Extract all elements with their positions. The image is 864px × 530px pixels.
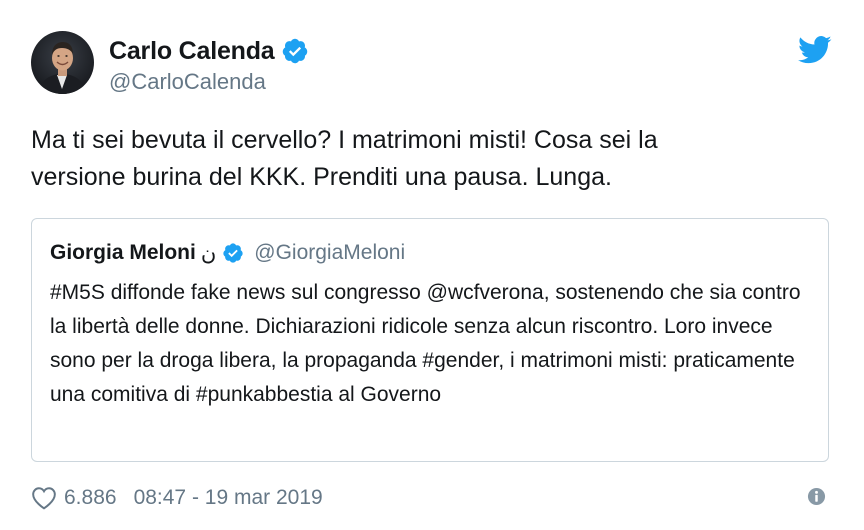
avatar-photo-icon (31, 31, 94, 94)
quoted-author-name-suffix: ن (200, 241, 217, 265)
quoted-tweet-text: #M5S diffonde fake news sul congresso @w… (50, 281, 801, 406)
author-display-name[interactable]: Carlo Calenda (109, 37, 275, 66)
author-name-row[interactable]: Carlo Calenda (109, 34, 309, 68)
tweet-timestamp[interactable]: 08:47 - 19 mar 2019 (134, 486, 323, 510)
quoted-tweet-header: Giorgia Meloni ن @GiorgiaMeloni (50, 239, 405, 267)
quoted-author-name: Giorgia Meloni (50, 241, 196, 264)
tweet-text: Ma ti sei bevuta il cervello? I matrimon… (31, 126, 658, 191)
quoted-tweet-card[interactable]: Giorgia Meloni ن @GiorgiaMeloni #M5S dif… (31, 218, 829, 462)
verified-badge-icon (222, 242, 244, 264)
info-icon[interactable] (807, 487, 826, 506)
embedded-tweet: Carlo Calenda @CarloCalenda Ma ti sei be… (0, 0, 864, 530)
like-count[interactable]: 6.886 (64, 486, 117, 510)
verified-badge-icon (281, 37, 309, 65)
heart-icon[interactable] (31, 486, 57, 510)
twitter-bird-icon[interactable] (798, 35, 832, 65)
tweet-footer: 6.886 08:47 - 19 mar 2019 (31, 483, 323, 513)
quoted-author-handle: @GiorgiaMeloni (254, 241, 406, 264)
author-avatar[interactable] (31, 31, 94, 94)
author-handle[interactable]: @CarloCalenda (109, 69, 266, 95)
